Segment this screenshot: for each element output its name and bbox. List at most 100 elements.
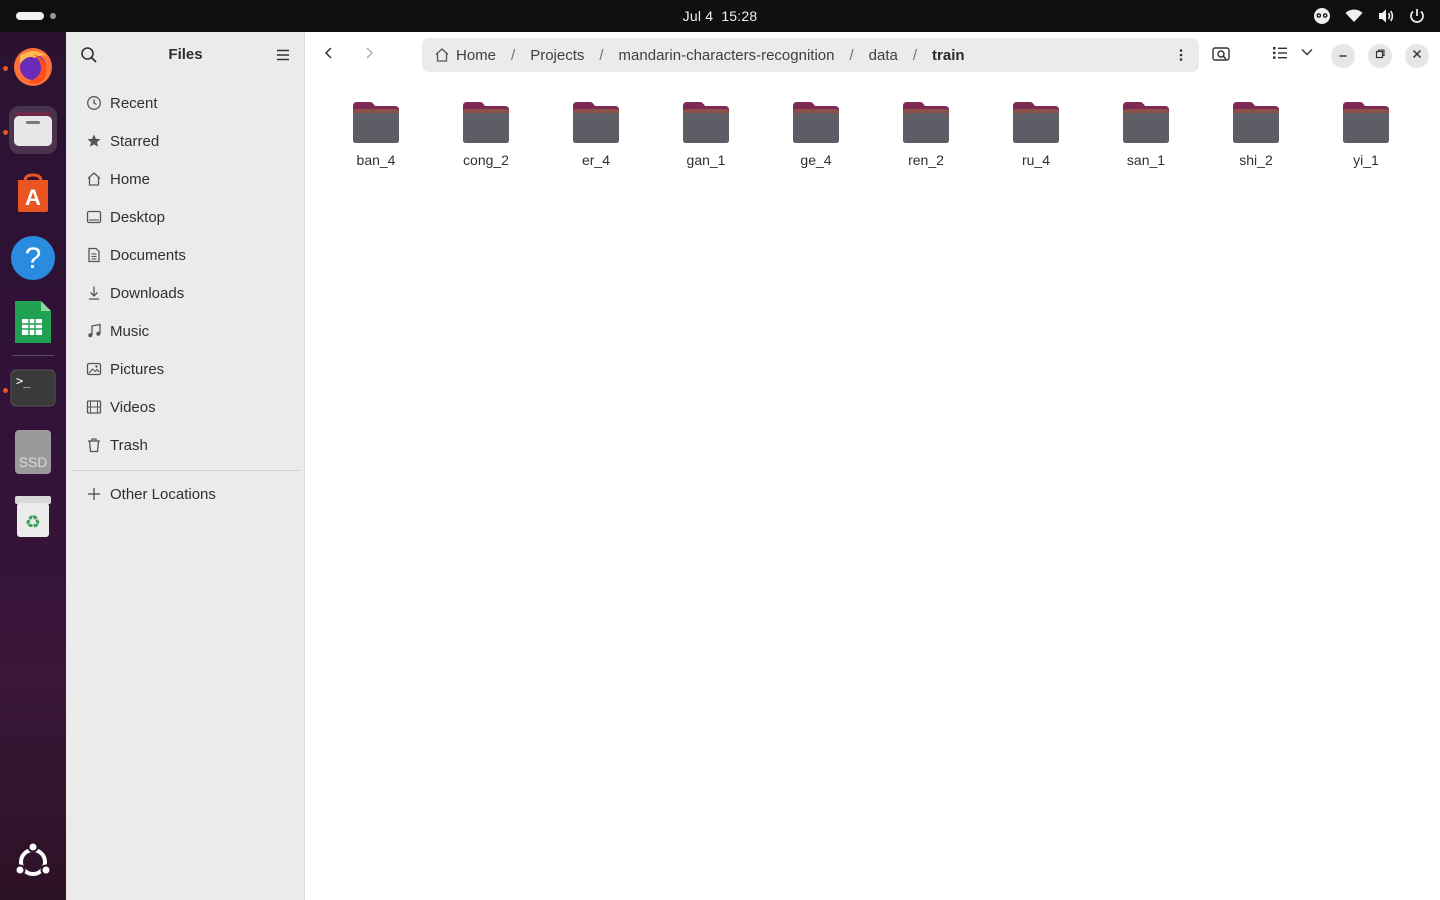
sidebar-item-recent[interactable]: Recent [66, 84, 305, 122]
path-bar: Home / Projects / mandarin-characters-re… [422, 38, 1199, 72]
forward-button[interactable] [356, 42, 382, 68]
running-indicator [3, 388, 8, 393]
sidebar-item-label: Home [110, 170, 151, 188]
home-icon [434, 47, 450, 63]
running-indicator [3, 130, 8, 135]
folder-icon [352, 100, 400, 144]
svg-text:A: A [25, 185, 41, 210]
folder-item[interactable]: er_4 [548, 100, 644, 180]
sidebar-item-documents[interactable]: Documents [66, 236, 305, 274]
folder-icon [1232, 100, 1280, 144]
dock-show-apps[interactable] [9, 840, 57, 888]
maximize-button[interactable] [1368, 44, 1392, 68]
drive-icon: SSD [14, 429, 52, 480]
folder-label: shi_2 [1239, 152, 1273, 168]
folder-item[interactable]: ren_2 [878, 100, 974, 180]
folder-item[interactable]: ge_4 [768, 100, 864, 180]
sidebar-item-trash[interactable]: Trash [66, 426, 305, 464]
folder-item[interactable]: gan_1 [658, 100, 754, 180]
video-icon [86, 399, 102, 415]
breadcrumb-home[interactable]: Home [434, 47, 496, 64]
folder-label: ge_4 [800, 152, 832, 168]
wifi-icon[interactable] [1344, 6, 1364, 26]
folder-item[interactable]: shi_2 [1208, 100, 1304, 180]
home-icon [86, 171, 102, 187]
dock-trash[interactable]: ♻ [9, 494, 57, 542]
file-grid: ban_4 cong_2 er_4 gan_1 ge_4 ren_2 ru_4 san_1 sh… [306, 78, 1440, 900]
clock[interactable]: Jul 4 15:28 [0, 8, 1440, 24]
close-button[interactable] [1405, 44, 1429, 68]
minimize-button[interactable] [1331, 44, 1355, 68]
clock-time: 15:28 [721, 8, 758, 24]
folder-icon [1012, 100, 1060, 144]
sidebar-item-label: Desktop [110, 208, 166, 226]
folder-item[interactable]: ru_4 [988, 100, 1084, 180]
dock-help[interactable]: ? [9, 235, 57, 286]
music-icon [86, 323, 102, 339]
folder-label: ban_4 [356, 152, 396, 168]
folder-icon [792, 100, 840, 144]
chevron-left-icon [322, 46, 336, 65]
back-button[interactable] [316, 42, 342, 68]
help-icon: ? [10, 235, 56, 286]
breadcrumb-data[interactable]: data [869, 47, 898, 64]
folder-item[interactable]: ban_4 [328, 100, 424, 180]
sidebar-item-label: Starred [110, 132, 160, 150]
app-title: Files [168, 46, 203, 63]
accessibility-icon[interactable] [1312, 6, 1332, 26]
breadcrumb-separator: / [849, 46, 854, 64]
folder-label: cong_2 [463, 152, 509, 168]
sidebar-item-other-locations[interactable]: Other Locations [66, 475, 305, 513]
sidebar-item-home[interactable]: Home [66, 160, 305, 198]
sidebar-other-locations: Other Locations [66, 475, 305, 513]
breadcrumb-train[interactable]: train [932, 47, 965, 64]
sidebar-item-label: Pictures [110, 360, 165, 378]
search-toggle-icon[interactable] [1211, 44, 1231, 64]
hamburger-menu-icon[interactable] [275, 47, 291, 68]
dock-app-center[interactable]: A [9, 172, 57, 220]
spreadsheet-icon [13, 299, 53, 350]
breadcrumb-label: Projects [530, 46, 585, 64]
folder-label: gan_1 [686, 152, 726, 168]
sidebar-places: Recent Starred Home Desktop Documents Do… [66, 84, 305, 464]
sidebar-item-label: Other Locations [110, 485, 216, 503]
sidebar-item-label: Trash [110, 436, 148, 454]
svg-text:>_: >_ [16, 374, 31, 388]
breadcrumb-mandarin-characters-recognition[interactable]: mandarin-characters-recognition [619, 47, 835, 64]
download-icon [86, 285, 102, 301]
folder-item[interactable]: san_1 [1098, 100, 1194, 180]
breadcrumb-projects[interactable]: Projects [530, 47, 584, 64]
dock-separator [12, 355, 54, 356]
sidebar-item-starred[interactable]: Starred [66, 122, 305, 160]
view-options-chevron-down-icon[interactable] [1299, 44, 1315, 60]
system-tray[interactable] [1312, 6, 1426, 26]
firefox-icon [11, 44, 55, 93]
sidebar-divider [72, 470, 301, 471]
header-bar: Home / Projects / mandarin-characters-re… [306, 32, 1440, 78]
sidebar-item-desktop[interactable]: Desktop [66, 198, 305, 236]
power-icon[interactable] [1408, 7, 1426, 25]
sidebar-item-label: Downloads [110, 284, 185, 302]
document-icon [86, 247, 102, 263]
folder-item[interactable]: yi_1 [1318, 100, 1414, 180]
dock-ssd-drive[interactable]: SSD [9, 429, 57, 480]
list-view-icon[interactable] [1271, 44, 1289, 62]
dock-firefox[interactable] [9, 44, 57, 92]
folder-item[interactable]: cong_2 [438, 100, 534, 180]
dock-spreadsheet[interactable] [9, 300, 57, 348]
sidebar-item-videos[interactable]: Videos [66, 388, 305, 426]
terminal-icon: >_ [10, 369, 56, 412]
dock-files[interactable] [9, 106, 57, 154]
restore-icon [1374, 47, 1386, 65]
more-options-icon[interactable] [1173, 47, 1189, 67]
sidebar-item-pictures[interactable]: Pictures [66, 350, 305, 388]
dock-terminal[interactable]: >_ [9, 366, 57, 414]
plus-icon [86, 486, 102, 502]
sidebar-item-downloads[interactable]: Downloads [66, 274, 305, 312]
svg-text:♻: ♻ [25, 512, 41, 533]
folder-icon [1122, 100, 1170, 144]
folder-label: yi_1 [1353, 152, 1379, 168]
volume-icon[interactable] [1376, 6, 1396, 26]
ubuntu-icon [13, 841, 53, 887]
sidebar-item-music[interactable]: Music [66, 312, 305, 350]
